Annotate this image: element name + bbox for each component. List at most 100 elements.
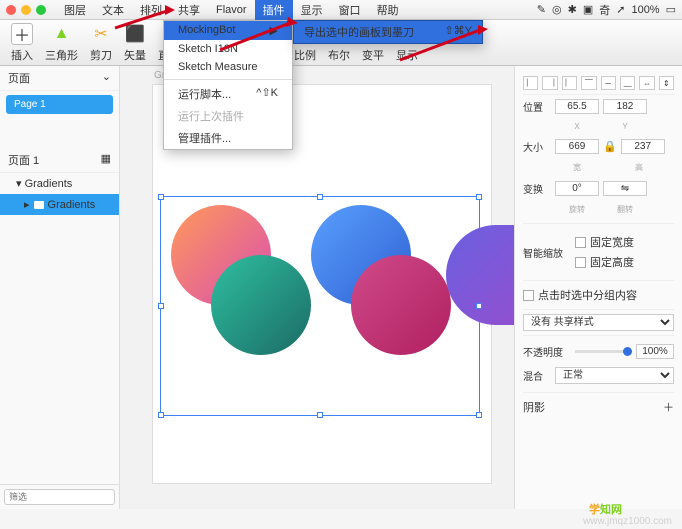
layer-label: Gradients	[48, 199, 96, 211]
plugin-run-last: 运行上次插件	[164, 105, 292, 127]
distribute-v-icon[interactable]: ⇕	[659, 76, 674, 90]
checkbox-icon	[575, 257, 586, 268]
rotation-input[interactable]	[555, 181, 599, 196]
size-sub: 宽高	[523, 158, 674, 177]
battery-label: 100%	[631, 4, 659, 16]
menubar: 图层 文本 排列 共享 Flavor 插件 显示 窗口 帮助 ✎ ◎ ✱ ▣ 奇…	[0, 0, 682, 20]
position-row: 位置	[523, 95, 674, 118]
shadow-section[interactable]: 阴影 ＋	[523, 397, 674, 417]
opacity-input[interactable]	[636, 344, 674, 359]
filter-bar	[0, 484, 119, 509]
tool-scissors[interactable]: ✂剪刀	[87, 23, 115, 63]
align-bottom-icon[interactable]: ⎽	[620, 76, 635, 90]
pages-header[interactable]: 页面 ⌄	[0, 66, 119, 91]
resize-handle[interactable]	[158, 194, 164, 200]
plugin-sketch-measure[interactable]: Sketch Measure	[164, 58, 292, 76]
resize-handle[interactable]	[476, 303, 482, 309]
artboard-label: Gradients	[25, 178, 73, 190]
pages-label: 页面	[8, 70, 30, 86]
status-icon: ✎	[537, 3, 546, 16]
watermark-url: www.jmqz1000.com	[583, 516, 672, 527]
minimize-icon[interactable]	[21, 5, 31, 15]
divider	[523, 280, 674, 281]
menu-layers[interactable]: 图层	[56, 0, 94, 20]
gradient-circle[interactable]	[211, 255, 311, 355]
blend-row: 混合 正常	[523, 363, 674, 388]
x-input[interactable]	[555, 99, 599, 114]
main-area: 页面 ⌄ Page 1 页面 1 ▦ ▾ Gradients ▸ Gradien…	[0, 66, 682, 509]
opacity-label: 不透明度	[523, 344, 571, 359]
plugin-run-script[interactable]: 运行脚本... ^⇧K	[164, 83, 292, 105]
layer-selected[interactable]: ▸ Gradients	[0, 194, 119, 215]
shortcut-label: ^⇧K	[256, 86, 278, 99]
status-icon: 奇	[599, 2, 610, 18]
grid-icon: ▦	[101, 152, 111, 168]
y-input[interactable]	[603, 99, 647, 114]
close-icon[interactable]	[6, 5, 16, 15]
battery-icon: ▭	[666, 3, 676, 16]
annotation-arrow	[400, 25, 490, 68]
opacity-slider[interactable]	[575, 350, 632, 353]
artboard-item[interactable]: ▾ Gradients	[0, 173, 119, 194]
resize-handle[interactable]	[476, 412, 482, 418]
menu-share[interactable]: 共享	[170, 0, 208, 20]
align-middle-icon[interactable]: ─	[601, 76, 616, 90]
gradient-circle[interactable]	[446, 225, 514, 325]
disclosure-icon: ▾	[16, 178, 25, 190]
tool-triangle[interactable]: ▲三角形	[42, 23, 81, 63]
blend-select[interactable]: 正常	[555, 367, 674, 384]
resize-handle[interactable]	[317, 412, 323, 418]
inspector-panel: ⎸ ⎹ ⎸ ⎺ ─ ⎽ ⇔ ⇕ 位置 XY 大小 🔒 宽高 变换	[514, 66, 682, 509]
blend-label: 混合	[523, 368, 551, 383]
layers-panel: 页面 ⌄ Page 1 页面 1 ▦ ▾ Gradients ▸ Gradien…	[0, 66, 120, 509]
size-row: 大小 🔒	[523, 135, 674, 158]
resize-handle[interactable]	[158, 303, 164, 309]
shared-style-select[interactable]: 没有 共享样式	[523, 314, 674, 331]
resize-label: 智能缩放	[523, 245, 571, 260]
height-input[interactable]	[621, 139, 665, 154]
resize-handle[interactable]	[158, 412, 164, 418]
divider	[164, 79, 292, 80]
annotation-arrow	[220, 15, 300, 58]
fix-width-checkbox[interactable]: 固定宽度	[575, 232, 674, 252]
checkbox-icon	[523, 290, 534, 301]
distribute-h-icon[interactable]: ⇔	[639, 76, 654, 90]
plus-icon[interactable]: ＋	[663, 399, 674, 415]
window-controls[interactable]	[6, 5, 46, 15]
page-button[interactable]: Page 1	[6, 95, 113, 114]
plus-icon: ＋	[11, 23, 33, 45]
align-center-icon[interactable]: ⎹	[542, 76, 557, 90]
align-top-icon[interactable]: ⎺	[581, 76, 596, 90]
triangle-icon: ▲	[51, 23, 73, 45]
position-label: 位置	[523, 99, 551, 114]
zoom-icon[interactable]	[36, 5, 46, 15]
gradient-circle[interactable]	[351, 255, 451, 355]
width-input[interactable]	[555, 139, 599, 154]
selection-box[interactable]	[160, 196, 480, 416]
resize-handle[interactable]	[317, 194, 323, 200]
plugin-manage[interactable]: 管理插件...	[164, 127, 292, 149]
resize-row: 智能缩放 固定宽度 固定高度	[523, 228, 674, 276]
status-icons: ✎ ◎ ✱ ▣ 奇 ➚ 100% ▭	[537, 2, 676, 18]
artboard-header[interactable]: 页面 1 ▦	[0, 148, 119, 173]
align-left-icon[interactable]: ⎸	[523, 76, 538, 90]
divider	[523, 392, 674, 393]
annotation-arrow	[115, 3, 175, 36]
status-icon: ➚	[616, 3, 625, 16]
align-right-icon[interactable]: ⎸	[562, 76, 577, 90]
align-row: ⎸ ⎹ ⎸ ⎺ ─ ⎽ ⇔ ⇕	[523, 72, 674, 95]
size-label: 大小	[523, 139, 551, 154]
status-icon: ✱	[568, 3, 577, 16]
submenu-label: 导出选中的画板到墨刀	[304, 24, 414, 40]
flip-input[interactable]	[603, 181, 647, 196]
clickthrough-checkbox[interactable]: 点击时选中分组内容	[523, 285, 674, 305]
tool-insert[interactable]: ＋插入	[8, 23, 36, 63]
menu-help[interactable]: 帮助	[369, 0, 407, 20]
menu-window[interactable]: 窗口	[331, 0, 369, 20]
folder-icon	[34, 201, 44, 209]
fix-height-checkbox[interactable]: 固定高度	[575, 252, 674, 272]
lock-icon[interactable]: 🔒	[603, 140, 617, 153]
filter-input[interactable]	[4, 489, 115, 505]
status-icon: ◎	[552, 3, 562, 16]
resize-handle[interactable]	[476, 194, 482, 200]
